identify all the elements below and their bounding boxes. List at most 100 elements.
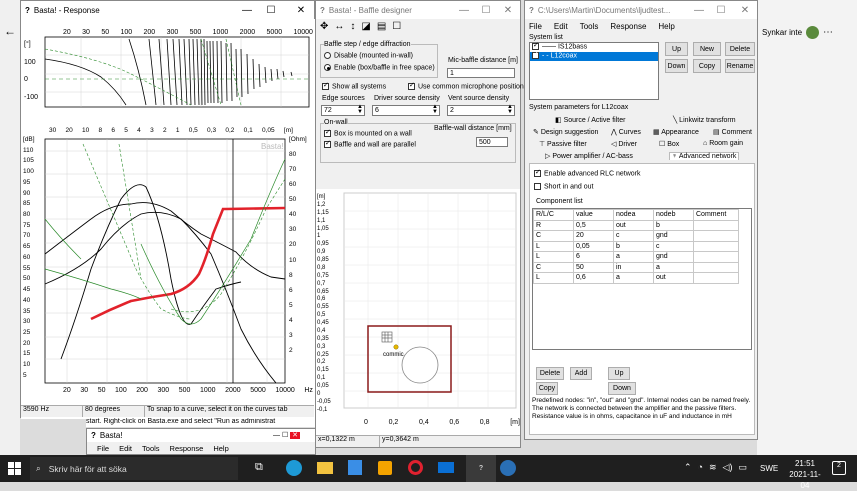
component-add-button[interactable]: Add xyxy=(570,367,592,380)
system-item-is12bass[interactable]: —— IS12bass xyxy=(530,41,658,52)
table-cell[interactable] xyxy=(693,240,739,252)
chevron-up-icon[interactable]: ⌃ xyxy=(684,462,692,473)
mounted-on-wall-checkbox[interactable]: Box is mounted on a wall xyxy=(324,128,412,137)
close-button[interactable]: ✕ xyxy=(733,1,757,19)
tab-advanced-network[interactable]: ♆ Advanced network xyxy=(669,152,740,160)
table-cell[interactable] xyxy=(693,219,739,231)
table-cell[interactable] xyxy=(693,272,739,284)
table-cell[interactable] xyxy=(693,251,739,263)
table-cell[interactable]: b xyxy=(613,240,654,252)
file-explorer-icon[interactable] xyxy=(317,462,333,474)
table-cell[interactable]: 0,5 xyxy=(573,219,614,231)
menu-file[interactable]: File xyxy=(529,22,542,31)
menu-item[interactable]: Tools xyxy=(142,444,160,453)
move-tool-icon[interactable]: ✥ xyxy=(320,21,328,32)
table-cell[interactable]: 50 xyxy=(573,261,614,273)
enable-diffraction-radio[interactable]: Enable (box/baffle in free space) xyxy=(324,64,435,71)
component-down-button[interactable]: Down xyxy=(608,382,636,395)
menu-response[interactable]: Response xyxy=(610,22,646,31)
table-cell[interactable] xyxy=(693,261,739,273)
system-item-l12coax[interactable]: - - L12coax xyxy=(530,50,658,61)
tab-comment[interactable]: ▤ Comment xyxy=(713,128,752,136)
table-cell[interactable]: 6 xyxy=(573,251,614,263)
close-button[interactable]: ✕ xyxy=(289,1,313,19)
table-cell[interactable]: c xyxy=(613,230,654,242)
tab-source-active-filter[interactable]: ◧ Source / Active filter xyxy=(555,116,625,124)
battery-icon[interactable]: ▭ xyxy=(738,462,747,473)
table-row[interactable]: C 20 c gnd xyxy=(533,230,739,242)
box-tool-icon[interactable]: ☐ xyxy=(392,21,401,32)
spinner-arrows-icon[interactable]: ▲ ▼ xyxy=(357,104,363,115)
table-cell[interactable]: b xyxy=(653,219,694,231)
system-new-button[interactable]: New xyxy=(693,42,721,56)
close-button[interactable]: ✕ xyxy=(496,1,520,19)
media-player-icon[interactable] xyxy=(378,461,392,475)
menu-edit[interactable]: Edit xyxy=(554,22,568,31)
tab-power-amplifier[interactable]: ▷ Power amplifier / AC-bass xyxy=(545,152,633,160)
component-copy-button[interactable]: Copy xyxy=(536,382,558,395)
short-in-out-checkbox[interactable]: Short in and out xyxy=(534,183,593,190)
language-indicator[interactable]: SWE xyxy=(760,464,778,473)
edge-icon[interactable] xyxy=(286,460,302,476)
table-cell[interactable]: gnd xyxy=(653,230,694,242)
tab-box[interactable]: ☐ Box xyxy=(659,140,679,148)
maximize-button[interactable]: ☐ xyxy=(709,1,733,19)
table-row[interactable]: R 0,5 out b xyxy=(533,219,739,231)
back-arrow-icon[interactable]: ← xyxy=(4,24,16,38)
column-header[interactable]: R/L/C xyxy=(533,209,574,221)
menu-help[interactable]: Help xyxy=(658,22,674,31)
table-cell[interactable]: c xyxy=(653,240,694,252)
table-cell[interactable]: L xyxy=(533,240,574,252)
menu-item[interactable]: Help xyxy=(213,444,228,453)
table-cell[interactable]: in xyxy=(613,261,654,273)
baffle-parallel-checkbox[interactable]: Baffle and wall are parallel xyxy=(324,139,416,148)
tab-linkwitz-transform[interactable]: ╲ Linkwitz transform xyxy=(673,116,736,124)
menu-tools[interactable]: Tools xyxy=(580,22,599,31)
component-up-button[interactable]: Up xyxy=(608,367,630,380)
tab-room-gain[interactable]: ⌂ Room gain xyxy=(703,140,743,147)
system-down-button[interactable]: Down xyxy=(665,59,688,73)
disable-diffraction-radio[interactable]: Disable (mounted in-wall) xyxy=(324,52,413,59)
table-cell[interactable]: R xyxy=(533,219,574,231)
table-row[interactable]: C 50 in a xyxy=(533,261,739,273)
system-list[interactable]: —— IS12bass - - L12coax xyxy=(529,41,659,100)
table-cell[interactable] xyxy=(693,230,739,242)
table-cell[interactable]: L xyxy=(533,251,574,263)
driver-tool-icon[interactable]: ◪ xyxy=(361,21,370,32)
sync-status[interactable]: Synkar inte ⋯ xyxy=(762,26,833,39)
grid-tool-icon[interactable]: ▤ xyxy=(377,21,386,32)
notification-center[interactable]: 2 xyxy=(832,461,846,475)
tab-driver[interactable]: ◁ Driver xyxy=(611,140,637,148)
spinner-arrows-icon[interactable]: ▲ ▼ xyxy=(432,104,438,115)
response-plots[interactable]: Basta! xyxy=(21,19,316,419)
volume-icon[interactable]: ◁) xyxy=(723,462,733,473)
table-cell[interactable]: L xyxy=(533,272,574,284)
baffle-wall-distance-input[interactable]: 500 xyxy=(476,137,508,147)
column-header[interactable]: nodeb xyxy=(653,209,694,221)
vertical-resize-icon[interactable]: ↕ xyxy=(350,21,355,32)
mic-baffle-distance-input[interactable]: 1 xyxy=(447,68,515,78)
opera-icon[interactable] xyxy=(408,460,423,475)
driver-density-spinner[interactable]: 6 xyxy=(372,105,440,116)
tab-appearance[interactable]: ▦ Appearance xyxy=(653,128,699,136)
table-cell[interactable]: gnd xyxy=(653,251,694,263)
start-button[interactable] xyxy=(8,462,21,475)
component-table[interactable]: R/L/C value nodea nodeb Comment R 0,5 ou… xyxy=(533,209,739,284)
small-window-controls[interactable]: — ☐ ✕ xyxy=(273,431,301,439)
menu-item[interactable]: Response xyxy=(170,444,204,453)
menu-item[interactable]: File xyxy=(97,444,109,453)
more-icon[interactable]: ⋯ xyxy=(823,27,833,38)
table-cell[interactable]: a xyxy=(613,251,654,263)
table-row[interactable]: L 0,05 b c xyxy=(533,240,739,252)
table-cell[interactable]: 0,05 xyxy=(573,240,614,252)
table-cell[interactable]: C xyxy=(533,230,574,242)
mail-icon[interactable] xyxy=(438,462,454,473)
table-cell[interactable]: 0,6 xyxy=(573,272,614,284)
system-copy-button[interactable]: Copy xyxy=(693,59,721,73)
table-cell[interactable]: out xyxy=(653,272,694,284)
table-row[interactable]: L 0,6 a out xyxy=(533,272,739,284)
table-cell[interactable]: a xyxy=(613,272,654,284)
column-header[interactable]: nodea xyxy=(613,209,654,221)
maximize-button[interactable]: ☐ xyxy=(474,1,498,19)
enable-rlc-checkbox[interactable]: Enable advanced RLC network xyxy=(534,168,641,177)
